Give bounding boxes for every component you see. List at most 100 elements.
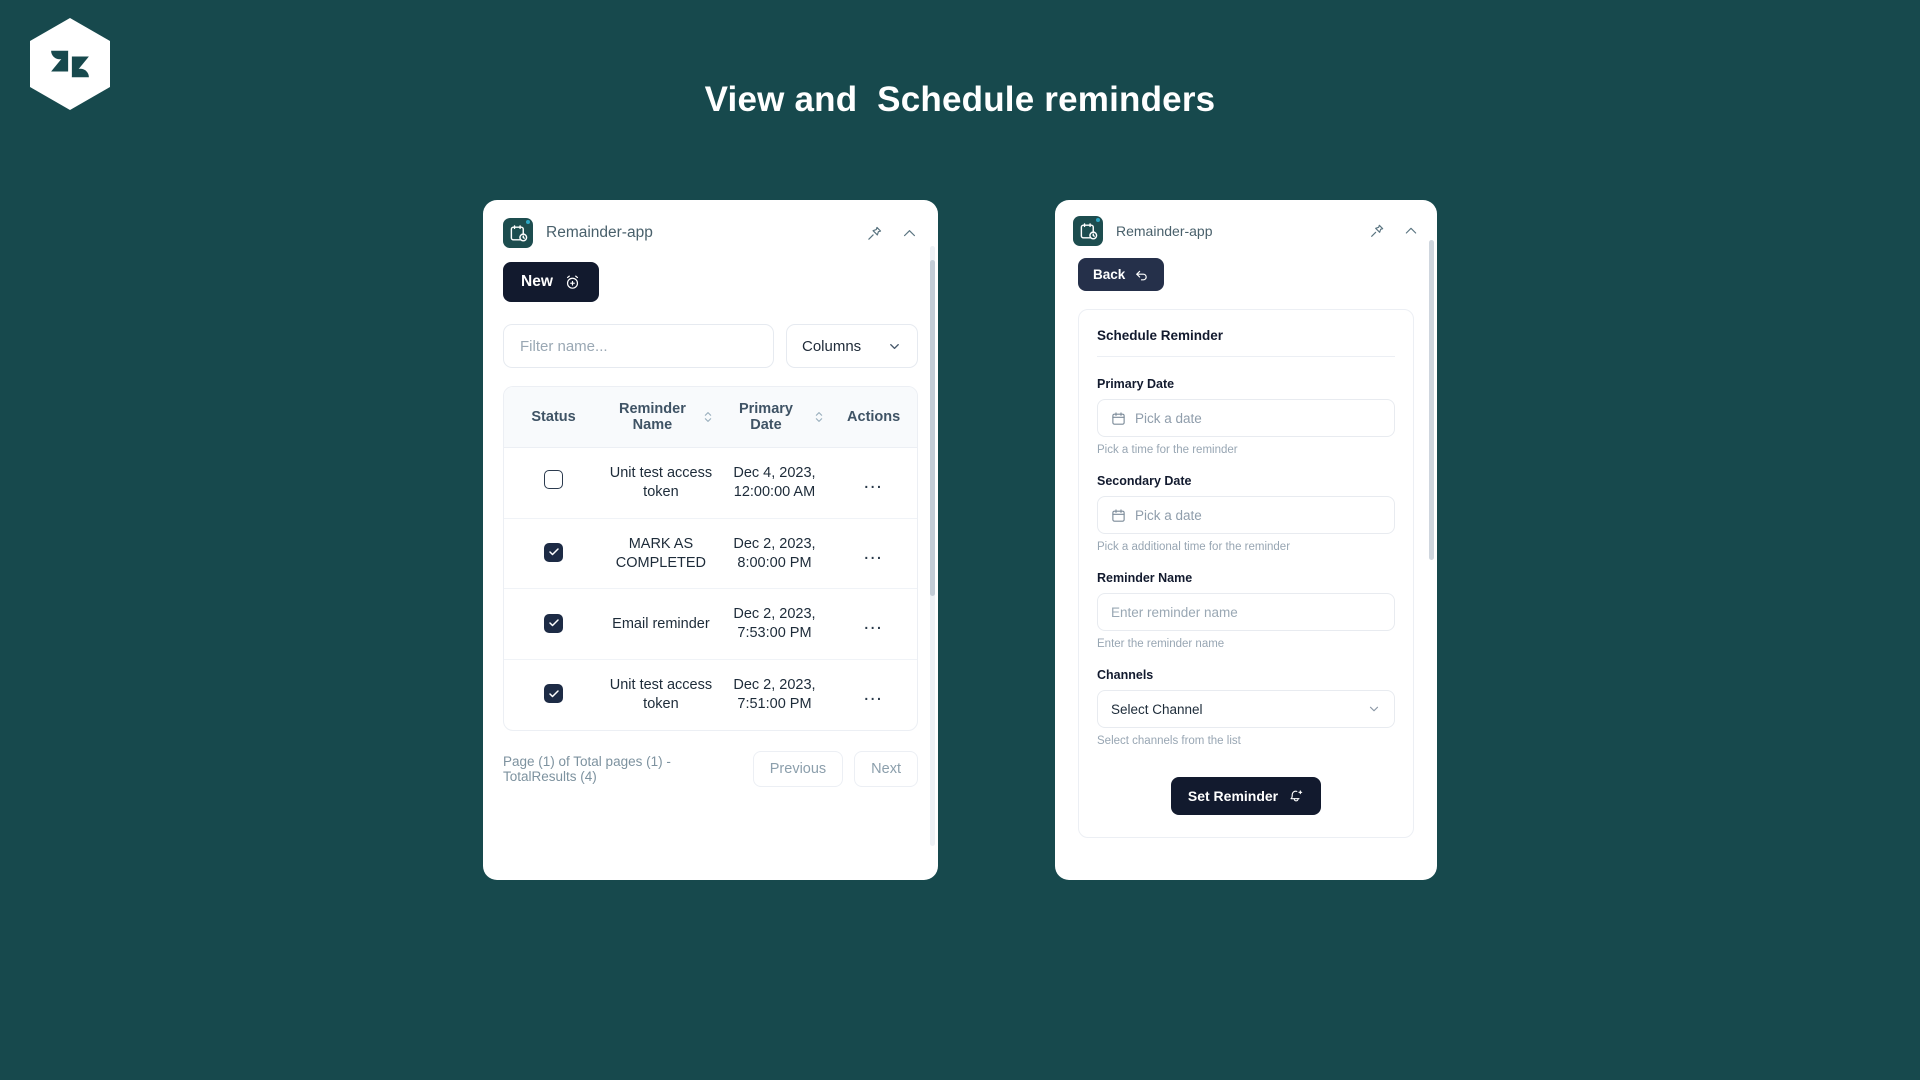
- alarm-plus-icon: [566, 275, 578, 289]
- field-channels: Channels Select Channel Select channels …: [1097, 668, 1395, 747]
- secondary-date-picker[interactable]: Pick a date: [1097, 496, 1395, 534]
- label-channels: Channels: [1097, 668, 1154, 682]
- hint-secondary-date: Pick a additional time for the reminder: [1097, 541, 1291, 553]
- cell-reminder-name: MARK AS COMPLETED: [603, 518, 719, 590]
- right-panel-scrollbar-thumb[interactable]: [1429, 240, 1434, 560]
- filter-row: Columns: [503, 324, 918, 368]
- columns-button[interactable]: Columns: [786, 324, 918, 368]
- primary-date-picker[interactable]: Pick a date: [1097, 399, 1395, 437]
- row-checkbox[interactable]: [544, 684, 564, 704]
- sort-icon[interactable]: [703, 410, 713, 424]
- new-button-label: New: [521, 273, 553, 290]
- row-checkbox[interactable]: [544, 470, 564, 490]
- check-icon: [548, 689, 559, 697]
- label-reminder-name: Reminder Name: [1097, 571, 1193, 585]
- hint-channels: Select channels from the list: [1097, 735, 1241, 747]
- form-title: Schedule Reminder: [1097, 328, 1395, 357]
- left-panel-scrollbar[interactable]: [930, 246, 935, 846]
- chevron-down-icon: [1369, 706, 1379, 712]
- row-actions-menu-button[interactable]: …: [863, 683, 885, 705]
- header-label-reminder-name: Reminder Name: [618, 401, 686, 433]
- bell-plus-icon: [1290, 790, 1303, 802]
- cell-primary-date: Dec 2, 2023, 7:51:00 PM: [733, 677, 816, 712]
- left-panel-body: New Columns: [483, 254, 938, 809]
- pagination-info: Page (1) of Total pages (1) - TotalResul…: [503, 753, 671, 784]
- chevron-up-icon[interactable]: [1403, 223, 1419, 239]
- chevron-up-icon[interactable]: [901, 225, 918, 242]
- reminder-name-input[interactable]: [1111, 594, 1381, 630]
- cell-actions: …: [830, 447, 917, 519]
- cell-primary-date: Dec 2, 2023, 7:53:00 PM: [718, 588, 831, 661]
- reminder-name-box: [1097, 593, 1395, 631]
- row-actions-menu-button[interactable]: …: [863, 471, 885, 493]
- row-checkbox[interactable]: [544, 542, 564, 562]
- table-row: Email reminder Dec 2, 2023, 7:53:00 PM …: [504, 588, 917, 661]
- table-body: Unit test access token Dec 4, 2023, 12:0…: [504, 447, 917, 730]
- schedule-reminder-form: Schedule Reminder Primary Date Pick a da…: [1078, 309, 1414, 838]
- cell-status: [504, 588, 604, 661]
- left-header-icons: [866, 225, 918, 242]
- cell-reminder-name: Email reminder: [603, 588, 719, 661]
- column-header-status: Status: [504, 387, 604, 448]
- cell-reminder-name: Unit test access token: [609, 677, 713, 712]
- cell-actions: …: [830, 588, 917, 661]
- sort-icon[interactable]: [814, 410, 824, 424]
- column-header-reminder-name[interactable]: Reminder Name: [603, 387, 719, 448]
- previous-page-button[interactable]: Previous: [752, 750, 844, 787]
- hint-primary-date: Pick a time for the reminder: [1097, 444, 1238, 456]
- reminder-list-panel: Remainder-app New Filter name... Columns…: [483, 200, 938, 880]
- filter-input[interactable]: [503, 324, 774, 368]
- calendar-icon: [1112, 508, 1125, 522]
- submit-row: Set Reminder: [1097, 765, 1395, 815]
- right-header-icons: [1369, 223, 1419, 239]
- cell-actions: …: [830, 518, 917, 590]
- cell-reminder-name: Unit test access token: [603, 447, 719, 519]
- back-button[interactable]: Back: [1078, 258, 1165, 291]
- cell-status: [504, 518, 604, 590]
- reminders-table: Status Reminder Name Primary Date Action…: [504, 387, 917, 730]
- check-icon: [548, 548, 559, 556]
- schedule-reminder-panel: Remainder-app Back Schedule Reminder Pri…: [1055, 200, 1437, 880]
- back-button-label: Back: [1093, 267, 1126, 282]
- columns-button-label: Columns: [802, 337, 862, 355]
- cell-primary-date: Dec 4, 2023, 12:00:00 AM: [718, 447, 831, 519]
- channels-select[interactable]: Select Channel: [1097, 690, 1395, 728]
- left-panel-scrollbar-thumb[interactable]: [930, 260, 935, 596]
- back-button-row: Back: [1078, 252, 1414, 309]
- new-button-row: New: [503, 254, 918, 324]
- row-actions-menu-button[interactable]: …: [863, 612, 885, 634]
- undo-arrow-icon: [1136, 270, 1147, 281]
- label-secondary-date: Secondary Date: [1097, 474, 1192, 488]
- next-page-button[interactable]: Next: [854, 750, 918, 787]
- table-row: MARK AS COMPLETED Dec 2, 2023, 8:00:00 P…: [504, 518, 917, 590]
- field-primary-date: Primary Date Pick a date Pick a time for…: [1097, 377, 1395, 456]
- check-icon: [548, 619, 559, 627]
- column-header-primary-date[interactable]: Primary Date: [718, 387, 831, 448]
- screen-root: View and Schedule reminders Remainder-ap…: [0, 0, 1920, 1080]
- cell-actions: …: [830, 660, 917, 730]
- right-panel-body: Back Schedule Reminder Primary Date Pick…: [1055, 252, 1437, 838]
- cell-status: [504, 447, 604, 519]
- calendar-icon: [1112, 411, 1125, 425]
- calendar-clock-app-icon: [503, 218, 533, 248]
- label-primary-date: Primary Date: [1097, 377, 1175, 391]
- pin-icon[interactable]: [1369, 223, 1385, 239]
- pagination-bar: Page (1) of Total pages (1) - TotalResul…: [503, 731, 918, 809]
- reminders-table-container: Status Reminder Name Primary Date Action…: [503, 386, 918, 731]
- header-label-status: Status: [531, 409, 576, 425]
- row-checkbox[interactable]: [544, 613, 564, 633]
- right-panel-scrollbar[interactable]: [1429, 240, 1434, 840]
- header-label-actions: Actions: [847, 409, 901, 425]
- hint-reminder-name: Enter the reminder name: [1097, 638, 1225, 650]
- new-button[interactable]: New: [503, 262, 599, 302]
- set-reminder-button[interactable]: Set Reminder: [1170, 777, 1322, 815]
- zendesk-mark-icon: [51, 50, 89, 78]
- right-panel-header: Remainder-app: [1055, 200, 1437, 252]
- row-actions-menu-button[interactable]: …: [863, 542, 885, 564]
- channels-selected-value: Select Channel: [1111, 701, 1203, 717]
- cell-primary-date: Dec 2, 2023, 8:00:00 PM: [718, 518, 831, 590]
- table-row: Unit test access token Dec 4, 2023, 12:0…: [504, 447, 917, 519]
- pin-icon[interactable]: [866, 225, 883, 242]
- set-reminder-label: Set Reminder: [1187, 788, 1279, 804]
- table-row: Unit test access token Dec 2, 2023, 7:51…: [504, 660, 917, 730]
